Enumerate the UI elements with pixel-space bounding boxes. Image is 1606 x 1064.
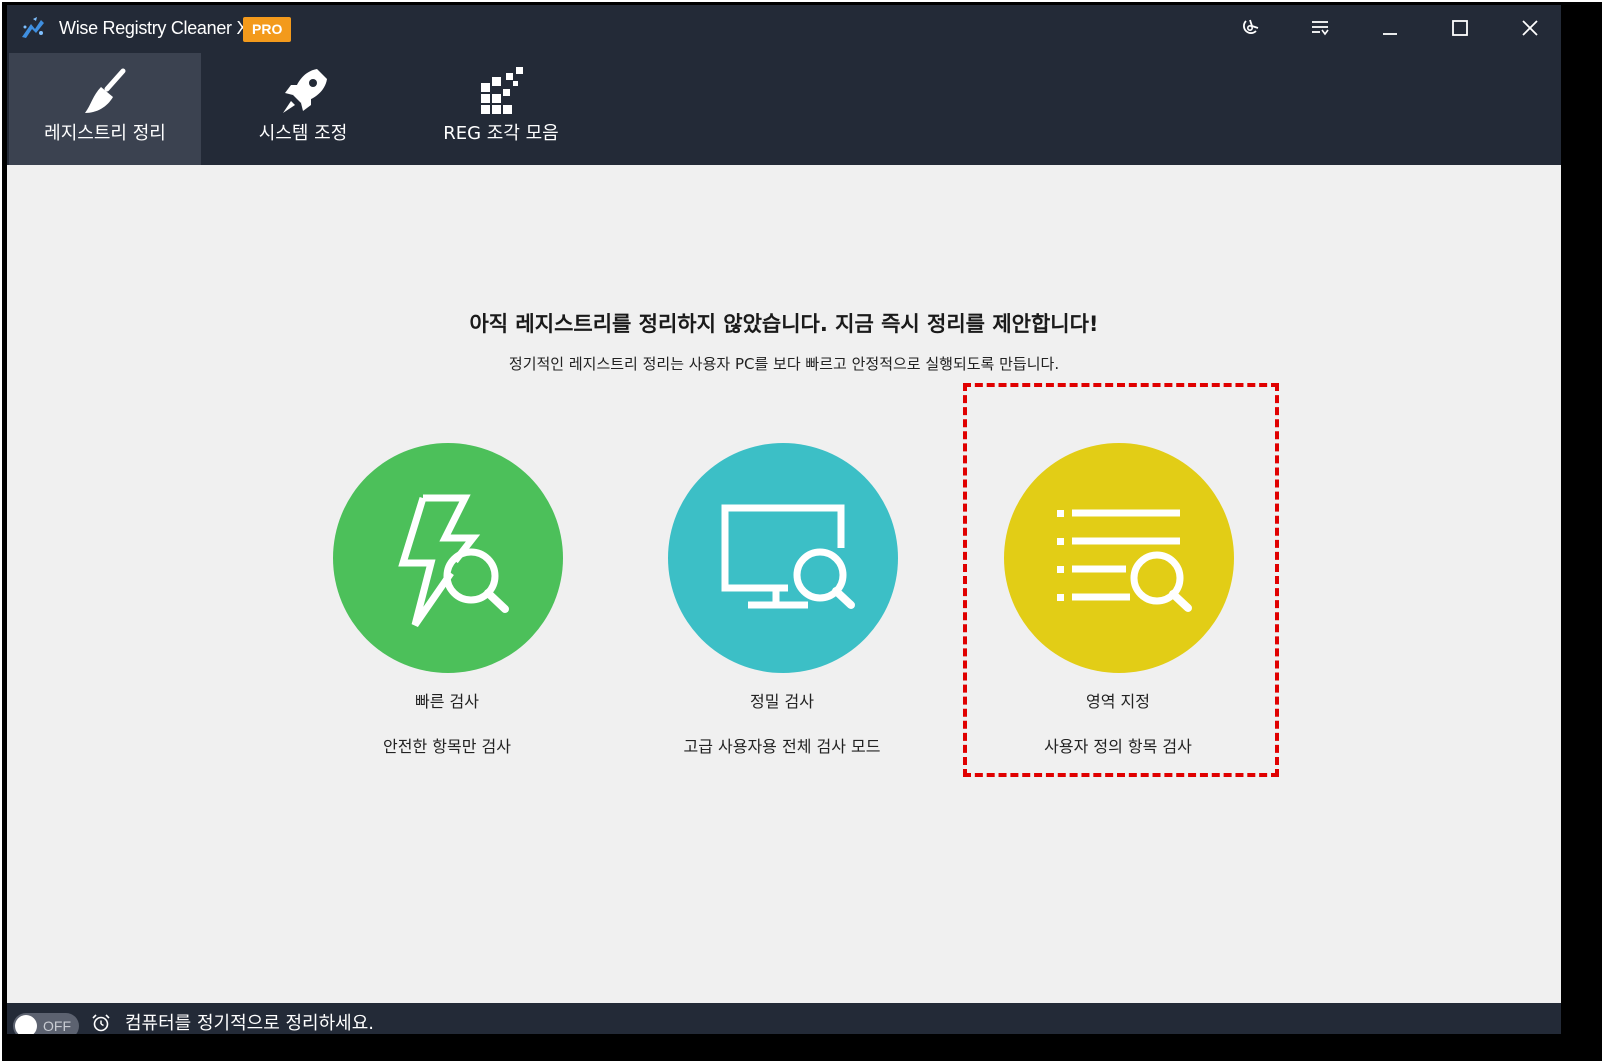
settings-button[interactable] [1225, 9, 1275, 47]
app-title: Wise Registry Cleaner X [59, 18, 249, 38]
alarm-clock-icon [92, 1014, 110, 1032]
app-logo-icon [22, 17, 44, 38]
app-window: Wise Registry Cleaner X PRO 레지스트리 정리 시스템… [7, 5, 1561, 1034]
close-button[interactable] [1505, 9, 1555, 47]
highlight-annotation-box [963, 383, 1279, 777]
deep-scan-button[interactable] [668, 443, 898, 673]
tab-label: 레지스트리 정리 [44, 123, 166, 144]
page-subline: 정기적인 레지스트리 정리는 사용자 PC를 보다 빠르고 안정적으로 실행되도… [508, 355, 1060, 373]
minimize-icon [1383, 33, 1397, 35]
schedule-reminder-text: 컴퓨터를 정기적으로 정리하세요. [125, 1013, 375, 1034]
tab-reg-defrag[interactable]: REG 조각 모음 [405, 53, 597, 165]
broom-icon [85, 68, 126, 113]
quick-scan-desc: 안전한 항목만 검사 [383, 737, 511, 756]
deep-scan-title: 정밀 검사 [750, 692, 814, 711]
maximize-button[interactable] [1435, 9, 1485, 47]
quick-scan-option[interactable]: 빠른 검사 안전한 항목만 검사 [297, 443, 597, 763]
toggle-knob [15, 1015, 37, 1034]
pro-badge: PRO [243, 17, 292, 42]
quick-scan-title: 빠른 검사 [415, 692, 479, 711]
deep-scan-desc: 고급 사용자용 전체 검사 모드 [683, 737, 881, 756]
close-icon [1522, 20, 1538, 36]
status-bar: OFF 컴퓨터를 정기적으로 정리하세요. [7, 1003, 1561, 1034]
tab-registry-clean[interactable]: 레지스트리 정리 [9, 53, 201, 165]
page-headline: 아직 레지스트리를 정리하지 않았습니다. 지금 즉시 정리를 제안합니다! [469, 312, 1099, 336]
tab-label: REG 조각 모음 [443, 123, 559, 144]
toggle-state-label: OFF [43, 1018, 71, 1034]
lightning-search-icon [398, 494, 509, 627]
tab-label: 시스템 조정 [258, 123, 348, 144]
minimize-button[interactable] [1365, 9, 1415, 47]
menu-icon [1312, 21, 1329, 36]
settings-icon [1243, 19, 1259, 34]
title-bar: Wise Registry Cleaner X PRO [7, 5, 1561, 51]
maximize-icon [1452, 20, 1468, 36]
main-content: 아직 레지스트리를 정리하지 않았습니다. 지금 즉시 정리를 제안합니다! 정… [7, 165, 1561, 1003]
quick-scan-button[interactable] [333, 443, 563, 673]
schedule-toggle[interactable]: OFF [13, 1013, 79, 1034]
tab-system-tune[interactable]: 시스템 조정 [207, 53, 399, 165]
top-bar: Wise Registry Cleaner X PRO 레지스트리 정리 시스템… [7, 5, 1561, 165]
defrag-blocks-icon [481, 67, 523, 114]
monitor-search-icon [721, 504, 855, 609]
menu-button[interactable] [1295, 9, 1345, 47]
rocket-icon [283, 69, 327, 113]
deep-scan-option[interactable]: 정밀 검사 고급 사용자용 전체 검사 모드 [632, 443, 932, 763]
